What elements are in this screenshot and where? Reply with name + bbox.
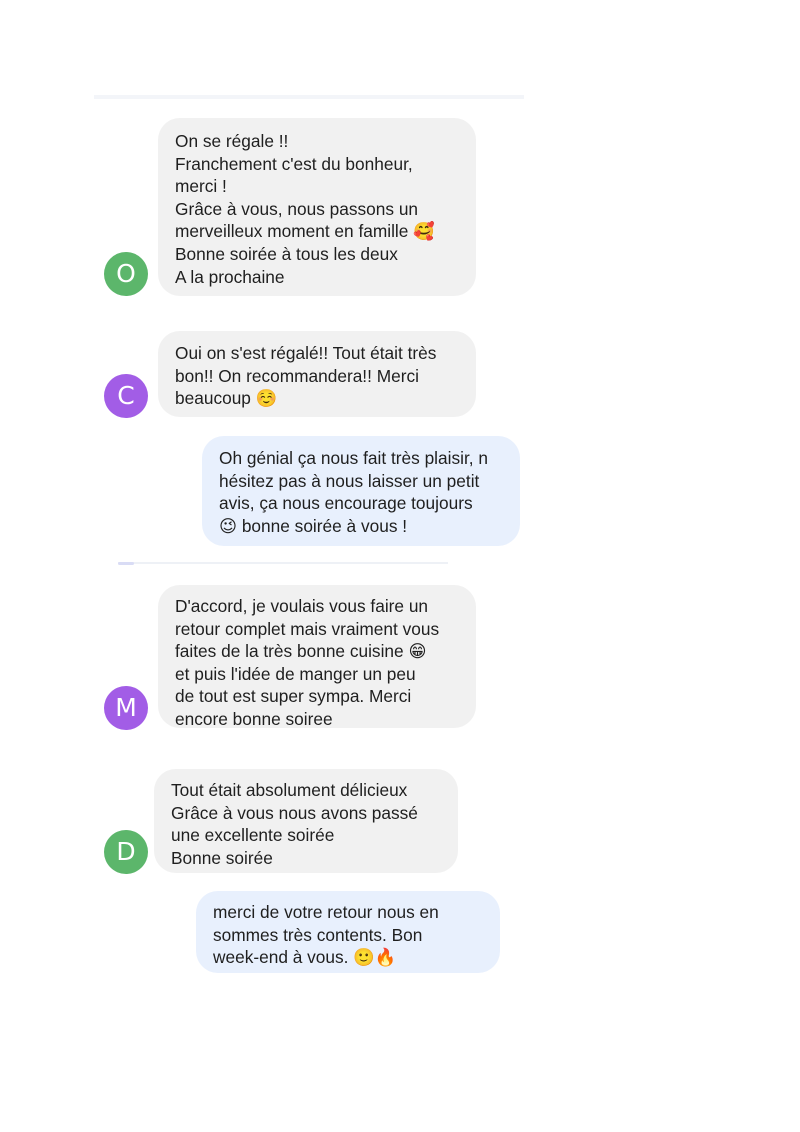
message-bubble-incoming[interactable]: Oui on s'est régalé!! Tout était très bo… bbox=[158, 331, 476, 417]
section-divider bbox=[118, 562, 448, 564]
divider-marker bbox=[118, 562, 134, 565]
avatar[interactable]: O bbox=[104, 252, 148, 296]
avatar[interactable]: C bbox=[104, 374, 148, 418]
message-bubble-incoming[interactable]: Tout était absolument délicieux Grâce à … bbox=[154, 769, 458, 873]
avatar[interactable]: M bbox=[104, 686, 148, 730]
message-bubble-outgoing[interactable]: merci de votre retour nous en sommes trè… bbox=[196, 891, 500, 973]
message-bubble-outgoing[interactable]: Oh génial ça nous fait très plaisir, n h… bbox=[202, 436, 520, 546]
message-bubble-incoming[interactable]: D'accord, je voulais vous faire un retou… bbox=[158, 585, 476, 729]
message-bubble-incoming[interactable]: On se régale !! Franchement c'est du bon… bbox=[158, 118, 476, 296]
top-divider bbox=[94, 95, 524, 99]
avatar[interactable]: D bbox=[104, 830, 148, 874]
